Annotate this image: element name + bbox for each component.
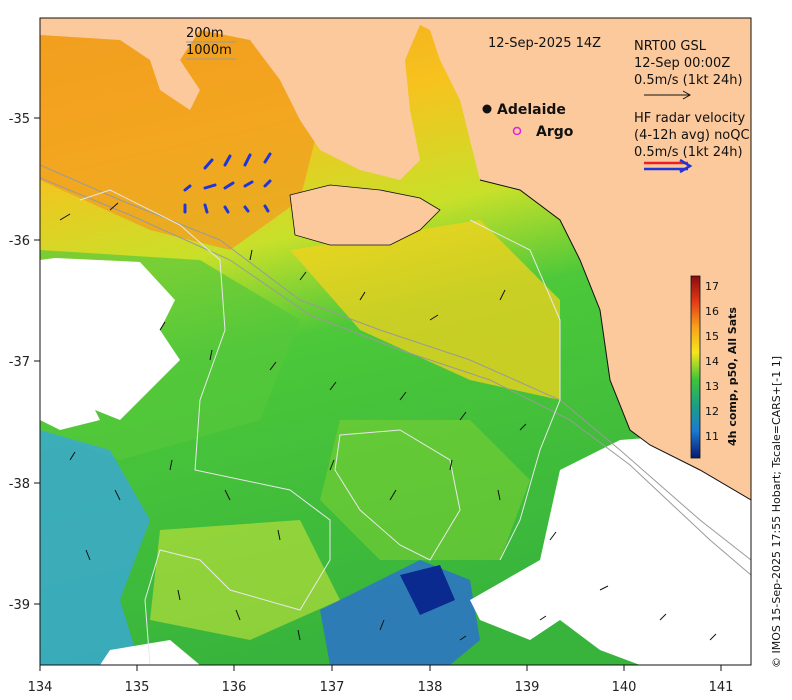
colorbar-tick-12: 12 <box>705 405 719 418</box>
x-tick-141: 141 <box>709 680 734 695</box>
x-tick-134: 134 <box>28 680 53 695</box>
gsl-legend-line1: NRT00 GSL <box>634 39 707 54</box>
map-timestamp: 12-Sep-2025 14Z <box>488 36 601 51</box>
x-tick-140: 140 <box>612 680 637 695</box>
y-tick-38: -38 <box>9 477 30 492</box>
y-tick-39: -39 <box>9 598 30 613</box>
x-tick-136: 136 <box>222 680 247 695</box>
colorbar <box>690 275 701 459</box>
credit-text: © IMOS 15-Sep-2025 17:55 Hobart; Tscale=… <box>770 355 783 668</box>
hf-legend-line1: HF radar velocity <box>634 111 746 126</box>
colorbar-tick-17: 17 <box>705 280 719 293</box>
y-tick-35: -35 <box>9 112 30 127</box>
y-tick-37: -37 <box>9 355 30 370</box>
x-tick-139: 139 <box>515 680 540 695</box>
y-tick-36: -36 <box>9 234 30 249</box>
colorbar-tick-16: 16 <box>705 305 719 318</box>
x-tick-137: 137 <box>320 680 345 695</box>
colorbar-tick-11: 11 <box>705 430 719 443</box>
colorbar-title: 4h comp, p50, All Sats <box>726 307 739 446</box>
adelaide-label: Adelaide <box>497 102 566 118</box>
hf-legend-line2: (4-12h avg) noQC <box>634 128 750 143</box>
sst-map: 134 135 136 137 138 139 140 141 -35 -36 … <box>9 17 752 695</box>
x-tick-138: 138 <box>418 680 443 695</box>
hf-legend-line3: 0.5m/s (1kt 24h) <box>634 145 743 160</box>
adelaide-marker <box>482 104 492 114</box>
gsl-legend-line2: 12-Sep 00:00Z <box>634 56 730 71</box>
colorbar-tick-15: 15 <box>705 330 719 343</box>
x-tick-135: 135 <box>125 680 150 695</box>
colorbar-tick-13: 13 <box>705 380 719 393</box>
contour-legend-200m: 200m <box>186 26 223 41</box>
contour-legend-1000m: 1000m <box>186 43 232 58</box>
colorbar-tick-14: 14 <box>705 355 719 368</box>
gsl-legend-line3: 0.5m/s (1kt 24h) <box>634 73 743 88</box>
argo-label: Argo <box>536 124 574 140</box>
